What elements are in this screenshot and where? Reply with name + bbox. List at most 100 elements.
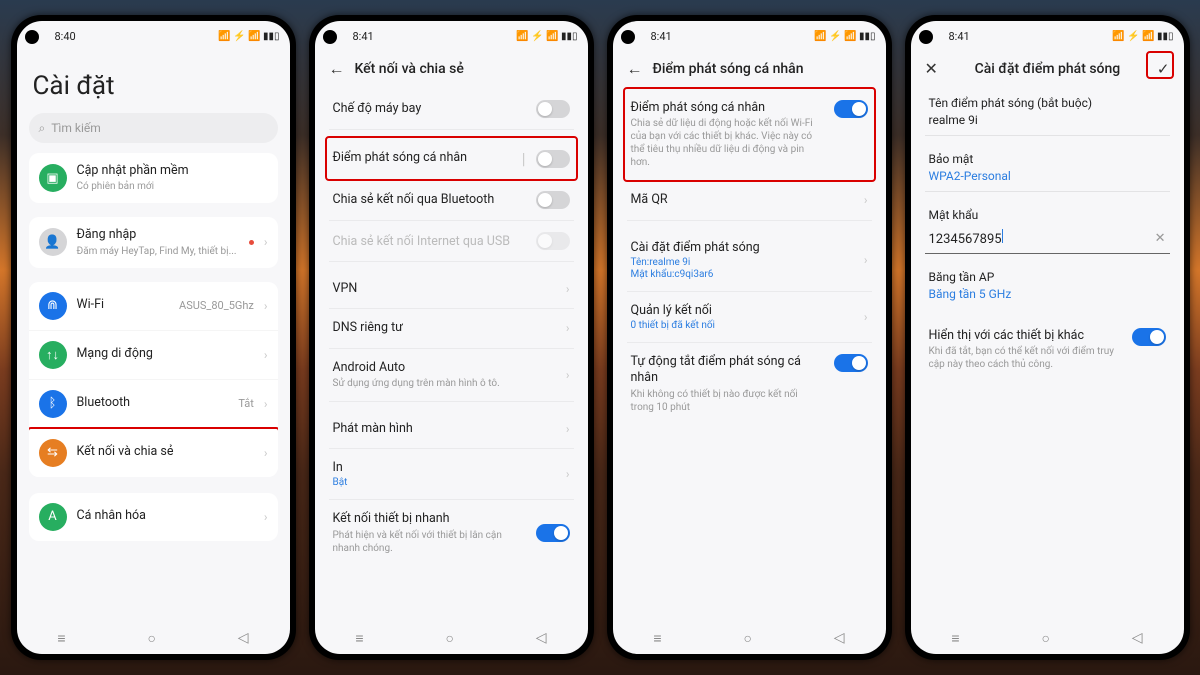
confirm-icon[interactable]: ✓ — [1157, 60, 1170, 78]
back-icon[interactable]: ← — [627, 59, 643, 79]
android-auto-row[interactable]: Android Auto Sử dụng ứng dụng trên màn h… — [329, 349, 574, 402]
hotspot-title: Điểm phát sóng cá nhân — [333, 150, 512, 166]
mobile-icon: ↑↓ — [39, 341, 67, 369]
status-bar: 8:41 📶 ⚡ 📶 ▮▮▯ — [911, 21, 1184, 51]
dns-row[interactable]: DNS riêng tư › — [329, 309, 574, 348]
hotspot-toggle[interactable] — [834, 100, 868, 118]
clear-icon[interactable]: ✕ — [1155, 231, 1166, 246]
band-value[interactable]: Băng tần 5 GHz — [925, 287, 1170, 309]
hotspot-sub: Chia sẻ dữ liệu di động hoặc kết nối Wi-… — [631, 117, 824, 169]
search-input[interactable]: ⌕ Tìm kiếm — [29, 113, 278, 143]
android-navbar: ≡ ○ ◁ — [315, 622, 588, 654]
autooff-toggle[interactable] — [834, 354, 868, 372]
phone-1: 8:40 📶 ⚡ 📶 ▮▮▯ Cài đặt ⌕ Tìm kiếm ▣ Cập … — [11, 15, 296, 660]
page-header: ← Điểm phát sóng cá nhân — [627, 51, 872, 89]
wifi-title: Wi-Fi — [77, 297, 170, 313]
password-input[interactable]: 1234567895 ✕ — [925, 225, 1170, 254]
btshare-title: Chia sẻ kết nối qua Bluetooth — [333, 192, 526, 208]
page-title: Kết nối và chia sẻ — [355, 61, 464, 77]
mobile-data-row[interactable]: ↑↓ Mạng di động › — [29, 331, 278, 380]
password-value: 1234567895 — [929, 232, 1002, 247]
btshare-toggle[interactable] — [536, 191, 570, 209]
page-header: ← Kết nối và chia sẻ — [329, 51, 574, 89]
hotspot-title: Điểm phát sóng cá nhân — [631, 100, 824, 116]
hotspot-row[interactable]: Điểm phát sóng cá nhân | — [329, 138, 574, 180]
back-button[interactable]: ◁ — [834, 630, 845, 646]
bluetooth-icon: ᛒ — [39, 390, 67, 418]
autooff-sub: Khi không có thiết bị nào được kết nối t… — [631, 388, 824, 414]
hotspot-config-row[interactable]: Cài đặt điểm phát sóng Tên:realme 9i Mật… — [627, 229, 872, 292]
hotspot-main-row[interactable]: Điểm phát sóng cá nhân Chia sẻ dữ liệu d… — [627, 89, 872, 181]
back-button[interactable]: ◁ — [1132, 630, 1143, 646]
personal-title: Cá nhân hóa — [77, 508, 254, 524]
chevron-right-icon: › — [566, 321, 570, 335]
status-bar: 8:41 📶 ⚡ 📶 ▮▮▯ — [613, 21, 886, 51]
notification-dot — [249, 240, 254, 245]
airplane-toggle[interactable] — [536, 100, 570, 118]
bt-value: Tắt — [238, 397, 254, 410]
manage-row[interactable]: Quản lý kết nối 0 thiết bị đã kết nối › — [627, 292, 872, 343]
conn-title: Kết nối và chia sẻ — [77, 444, 254, 460]
clock: 8:40 — [55, 30, 76, 43]
software-update-row[interactable]: ▣ Cập nhật phần mềm Có phiên bản mới — [29, 153, 278, 203]
close-icon[interactable]: ✕ — [925, 59, 938, 78]
signin-sub: Đăm máy HeyTap, Find My, thiết bị... — [77, 245, 239, 258]
vpn-row[interactable]: VPN › — [329, 270, 574, 309]
qr-row[interactable]: Mã QR › — [627, 181, 872, 220]
autooff-title: Tự động tắt điểm phát sóng cá nhân — [631, 354, 824, 387]
visible-row[interactable]: Hiển thị với các thiết bị khác Khi đã tắ… — [925, 317, 1170, 382]
hotspot-toggle[interactable] — [536, 150, 570, 168]
status-bar: 8:40 📶 ⚡ 📶 ▮▮▯ — [17, 21, 290, 51]
personal-icon: A — [39, 503, 67, 531]
recents-button[interactable]: ≡ — [653, 630, 661, 647]
update-title: Cập nhật phần mềm — [77, 163, 268, 179]
home-button[interactable]: ○ — [743, 630, 751, 647]
home-button[interactable]: ○ — [1041, 630, 1049, 647]
signin-title: Đăng nhập — [77, 227, 239, 243]
print-row[interactable]: In Bật › — [329, 449, 574, 500]
aa-title: Android Auto — [333, 360, 556, 376]
android-navbar: ≡ ○ ◁ — [613, 622, 886, 654]
back-icon[interactable]: ← — [329, 59, 345, 79]
back-button[interactable]: ◁ — [238, 630, 249, 646]
airplane-row[interactable]: Chế độ máy bay — [329, 89, 574, 130]
screen-2: 8:41 📶 ⚡ 📶 ▮▮▯ ← Kết nối và chia sẻ Chế … — [315, 21, 588, 654]
chevron-right-icon: › — [264, 510, 268, 524]
chevron-right-icon: › — [264, 235, 268, 249]
cast-row[interactable]: Phát màn hình › — [329, 410, 574, 449]
signin-row[interactable]: 👤 Đăng nhập Đăm máy HeyTap, Find My, thi… — [29, 217, 278, 267]
config-title: Cài đặt điểm phát sóng — [631, 240, 854, 256]
camera-hole — [919, 30, 933, 44]
recents-button[interactable]: ≡ — [57, 630, 65, 647]
connection-share-row[interactable]: ⇆ Kết nối và chia sẻ › — [29, 429, 278, 477]
autooff-row[interactable]: Tự động tắt điểm phát sóng cá nhân Khi k… — [627, 343, 872, 425]
bluetooth-row[interactable]: ᛒ Bluetooth Tắt › — [29, 380, 278, 429]
search-icon: ⌕ — [39, 121, 46, 136]
clock: 8:41 — [949, 30, 970, 43]
camera-hole — [25, 30, 39, 44]
wifi-row[interactable]: ⋒ Wi-Fi ASUS_80_5Ghz › — [29, 282, 278, 331]
recents-button[interactable]: ≡ — [951, 630, 959, 647]
page-title: Cài đặt điểm phát sóng — [948, 61, 1147, 77]
bt-share-row[interactable]: Chia sẻ kết nối qua Bluetooth — [329, 180, 574, 221]
personalization-row[interactable]: A Cá nhân hóa › — [29, 493, 278, 541]
page-title: Điểm phát sóng cá nhân — [653, 61, 804, 77]
back-button[interactable]: ◁ — [536, 630, 547, 646]
chevron-right-icon: › — [264, 446, 268, 460]
security-value[interactable]: WPA2-Personal — [925, 169, 1170, 192]
chevron-right-icon: › — [864, 310, 868, 324]
home-button[interactable]: ○ — [445, 630, 453, 647]
nearby-toggle[interactable] — [536, 524, 570, 542]
home-button[interactable]: ○ — [147, 630, 155, 647]
name-value[interactable]: realme 9i — [925, 113, 1170, 136]
nearby-row[interactable]: Kết nối thiết bị nhanh Phát hiện và kết … — [329, 500, 574, 565]
airplane-title: Chế độ máy bay — [333, 101, 526, 117]
recents-button[interactable]: ≡ — [355, 630, 363, 647]
phone-3: 8:41 📶 ⚡ 📶 ▮▮▯ ← Điểm phát sóng cá nhân … — [607, 15, 892, 660]
visible-sub: Khi đã tắt, bạn có thể kết nối với điểm … — [929, 345, 1122, 371]
screen-4: 8:41 📶 ⚡ 📶 ▮▮▯ ✕ Cài đặt điểm phát sóng … — [911, 21, 1184, 654]
bt-title: Bluetooth — [77, 395, 229, 411]
chevron-right-icon: › — [264, 348, 268, 362]
visible-toggle[interactable] — [1132, 328, 1166, 346]
status-icons: 📶 ⚡ 📶 ▮▮▯ — [516, 31, 577, 42]
